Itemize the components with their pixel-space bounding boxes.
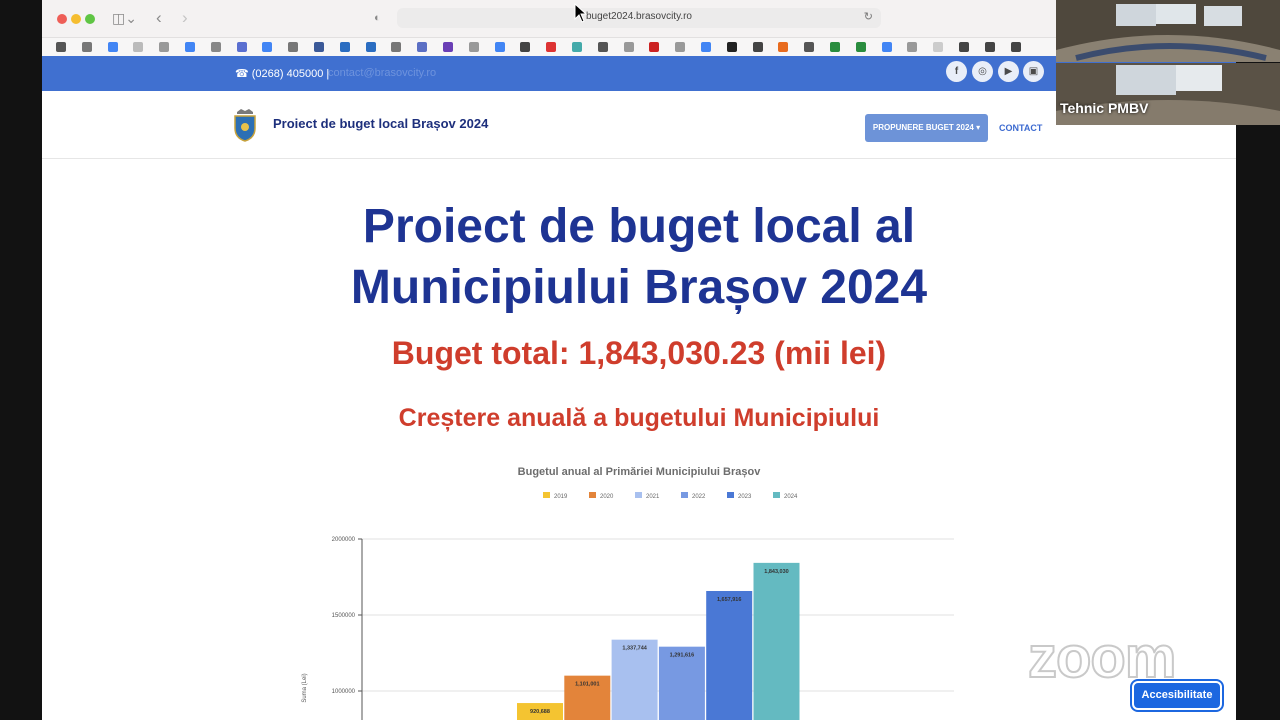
page-heading-line1: Proiect de buget local al [362, 200, 916, 253]
video-tile-participant[interactable]: Tehnic PMBV [1056, 63, 1280, 125]
legend-label: 2024 [784, 494, 798, 500]
brasov-crest-icon[interactable] [233, 108, 257, 142]
bar-value-label: 1,337,744 [622, 646, 647, 652]
bookmark-favicon-icon[interactable] [210, 42, 221, 52]
bookmark-favicon-icon[interactable] [468, 42, 479, 52]
bookmark-favicon-icon[interactable] [855, 42, 866, 52]
bookmark-favicon-icon[interactable] [959, 42, 969, 52]
bookmark-favicon-icon[interactable] [494, 42, 505, 52]
legend-swatch [589, 492, 596, 498]
bookmark-favicon-icon[interactable] [701, 42, 711, 52]
bookmark-favicon-icon[interactable] [778, 42, 789, 52]
page-heading-line2: Municipiului Brașov 2024 [350, 261, 928, 314]
bookmark-favicon-icon[interactable] [288, 42, 299, 52]
email-link[interactable]: contact@brasovcity.ro [328, 67, 436, 79]
legend-label: 2020 [600, 494, 614, 500]
bookmark-favicon-icon[interactable] [236, 42, 247, 52]
bookmark-favicon-icon[interactable] [597, 42, 608, 52]
url-text: buget2024.brasovcity.ro [586, 11, 692, 22]
bookmark-favicon-icon[interactable] [675, 42, 686, 52]
legend-label: 2019 [554, 494, 568, 500]
instagram-icon[interactable]: ◎ [972, 61, 993, 82]
budget-total: Buget total: 1,843,030.23 (mii lei) [391, 335, 887, 371]
legend-swatch [543, 492, 550, 498]
bookmark-favicon-icon[interactable] [907, 42, 918, 52]
share-icon[interactable]: ▣ [1023, 61, 1044, 82]
bar-value-label: 1,101,001 [575, 682, 599, 688]
mouse-cursor-icon [574, 3, 588, 23]
legend-swatch [773, 492, 780, 498]
maximize-window-button[interactable] [85, 14, 95, 24]
y-tick-label: 1500000 [332, 613, 356, 619]
address-bar[interactable]: buget2024.brasovcity.ro ↻ [397, 8, 881, 28]
bar-value-label: 1,843,030 [764, 569, 788, 575]
close-window-button[interactable] [57, 14, 67, 24]
bookmark-favicon-icon[interactable] [56, 42, 66, 52]
bookmark-favicon-icon[interactable] [365, 42, 376, 52]
bar-value-label: 1,657,916 [717, 597, 741, 603]
y-tick-label: 1000000 [332, 689, 356, 695]
bookmark-favicon-icon[interactable] [81, 42, 92, 52]
facebook-icon[interactable]: f [946, 61, 967, 82]
bookmark-favicon-icon[interactable] [443, 42, 453, 52]
bookmark-favicon-icon[interactable] [572, 42, 582, 52]
bookmark-favicon-icon[interactable] [546, 42, 557, 52]
bookmark-favicon-icon[interactable] [649, 42, 660, 52]
y-axis-label: Suma (Lei) [302, 673, 308, 702]
chart-title: Bugetul anual al Primăriei Municipiului … [518, 466, 762, 478]
bookmark-favicon-icon[interactable] [726, 42, 737, 52]
bookmark-favicon-icon[interactable] [339, 42, 350, 52]
bar [753, 562, 800, 720]
bookmark-favicon-icon[interactable] [185, 42, 195, 52]
legend-swatch [727, 492, 734, 498]
bookmark-favicon-icon[interactable] [881, 42, 892, 52]
bookmark-favicon-icon[interactable] [830, 42, 840, 52]
bookmark-favicon-icon[interactable] [391, 42, 402, 52]
shield-icon[interactable]: ◐ [374, 9, 381, 27]
bookmark-favicon-icon[interactable] [262, 42, 273, 52]
forward-icon[interactable]: › [182, 9, 188, 27]
bookmark-favicon-icon[interactable] [107, 42, 118, 52]
budget-proposal-dropdown[interactable]: PROPUNERE BUGET 2024 ▾ [865, 114, 988, 142]
bookmark-favicon-icon[interactable] [159, 42, 170, 52]
y-tick-label: 2000000 [332, 537, 356, 543]
bookmark-favicon-icon[interactable] [804, 42, 815, 52]
legend-swatch [681, 492, 688, 498]
minimize-window-button[interactable] [71, 14, 81, 24]
participant-name: Tehnic PMBV [1060, 100, 1149, 116]
bar-value-label: 1,291,616 [670, 653, 694, 659]
section-subtitle: Creștere anuală a bugetului Municipiului [398, 404, 880, 432]
bookmark-favicon-icon[interactable] [623, 42, 634, 52]
bookmark-favicon-icon[interactable] [1010, 42, 1021, 52]
legend-label: 2021 [646, 494, 660, 500]
video-tile-room[interactable] [1056, 0, 1280, 62]
sidebar-icon[interactable]: ◫⌄ [112, 9, 137, 27]
bookmark-favicon-icon[interactable] [984, 42, 995, 52]
bookmark-favicon-icon[interactable] [752, 42, 763, 52]
contact-link[interactable]: CONTACT [999, 123, 1042, 133]
bar-value-label: 920,688 [530, 709, 550, 715]
bookmark-favicon-icon[interactable] [133, 42, 144, 52]
legend-label: 2022 [692, 494, 706, 500]
site-title[interactable]: Proiect de buget local Brașov 2024 [273, 116, 488, 131]
legend-label: 2023 [738, 494, 752, 500]
bookmark-favicon-icon[interactable] [933, 42, 944, 52]
accessibility-button[interactable]: Accesibilitate [1132, 681, 1222, 710]
back-icon[interactable]: ‹ [156, 9, 162, 27]
reload-icon[interactable]: ↻ [864, 10, 873, 23]
youtube-icon[interactable]: ▶ [998, 61, 1019, 82]
legend-swatch [635, 492, 642, 498]
phone-number: ☎ (0268) 405000 | [235, 68, 330, 80]
bookmark-favicon-icon[interactable] [417, 42, 428, 52]
bar [706, 590, 753, 720]
bar [611, 639, 658, 720]
bookmark-favicon-icon[interactable] [314, 42, 324, 52]
bookmark-favicon-icon[interactable] [520, 42, 531, 52]
